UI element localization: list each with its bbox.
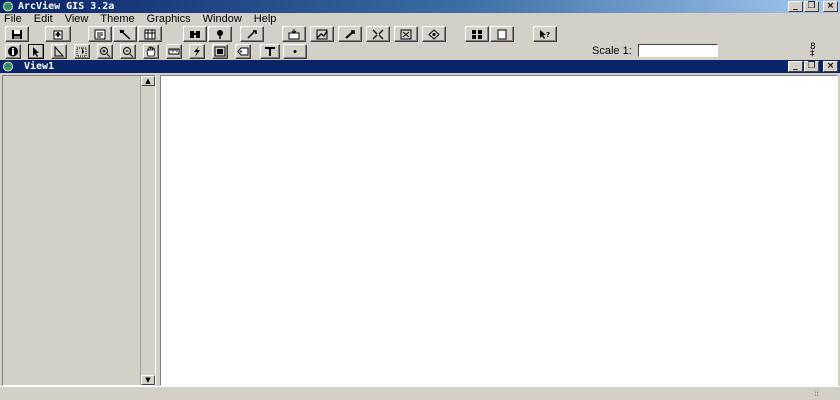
zoom-in-tool[interactable]	[97, 44, 113, 59]
menu-edit[interactable]: Edit	[34, 13, 53, 25]
clear-selection-button[interactable]	[490, 26, 514, 42]
zoom-in-button[interactable]	[366, 26, 390, 42]
zoom-in-icon	[372, 29, 384, 39]
measure-tool[interactable]	[166, 44, 182, 59]
text-tool[interactable]	[260, 44, 280, 59]
open-theme-table-icon	[144, 29, 156, 39]
restore-button[interactable]: ❐	[804, 1, 819, 12]
zoom-out-icon	[400, 29, 412, 39]
pan-tool-icon	[146, 46, 156, 57]
pointer-tool[interactable]	[28, 44, 44, 59]
edit-legend-icon	[119, 28, 131, 40]
view-close-button[interactable]: ×	[823, 61, 838, 72]
pointer-tool-icon	[33, 47, 39, 57]
scroll-up-button[interactable]: ▲	[141, 76, 155, 86]
scale-label: Scale 1:	[592, 45, 632, 57]
button-bar: ?	[0, 25, 840, 43]
select-by-theme-button[interactable]	[465, 26, 489, 42]
save-project-button[interactable]	[5, 26, 29, 42]
query-builder-icon	[247, 29, 257, 39]
zoom-active-themes-button[interactable]	[310, 26, 334, 42]
zoom-out-tool-icon	[123, 47, 134, 57]
draw-point-tool-icon	[293, 50, 297, 53]
theme-properties-button[interactable]	[88, 26, 112, 42]
vertex-edit-tool[interactable]	[51, 44, 67, 59]
save-project-icon	[12, 29, 22, 39]
menu-window[interactable]: Window	[203, 13, 242, 25]
select-by-theme-icon	[472, 29, 482, 39]
menu-theme[interactable]: Theme	[100, 13, 134, 25]
map-display[interactable]	[160, 75, 838, 386]
find-icon	[190, 30, 200, 38]
open-theme-table-button[interactable]	[138, 26, 162, 42]
zoom-selected-icon	[345, 29, 355, 39]
app-title: ArcView GIS 3.2a	[18, 1, 115, 12]
theme-properties-icon	[94, 29, 106, 39]
select-feature-tool[interactable]	[74, 44, 90, 59]
help-pointer-button[interactable]: ?	[533, 26, 557, 42]
zoom-previous-button[interactable]	[422, 26, 446, 42]
find-button[interactable]	[183, 26, 207, 42]
resize-grip-icon[interactable]: ⁞⁞	[814, 389, 830, 399]
scroll-spinner-icon[interactable]: 8 ‡	[810, 43, 836, 59]
zoom-previous-icon	[428, 28, 440, 40]
menu-file[interactable]: File	[4, 13, 22, 25]
zoom-active-themes-icon	[316, 29, 328, 39]
arcview-globe-icon	[3, 1, 13, 12]
locate-address-icon	[217, 29, 223, 39]
minimize-button[interactable]: _	[788, 1, 803, 12]
identify-tool[interactable]	[5, 44, 21, 59]
view-restore-button[interactable]: ❐	[804, 61, 819, 72]
label-tool[interactable]	[235, 44, 251, 59]
edit-legend-button[interactable]	[113, 26, 137, 42]
svg-text:?: ?	[546, 31, 550, 39]
identify-tool-icon	[8, 46, 18, 57]
locate-address-button[interactable]	[208, 26, 232, 42]
scale-input[interactable]	[638, 44, 718, 57]
menu-help[interactable]: Help	[254, 13, 277, 25]
toc-scrollbar[interactable]: ▲ ▼	[140, 76, 155, 385]
menu-view[interactable]: View	[65, 13, 89, 25]
area-of-interest-tool[interactable]	[212, 44, 228, 59]
hotlink-tool-icon	[194, 46, 200, 57]
select-feature-tool-icon	[76, 47, 87, 57]
pan-tool[interactable]	[143, 44, 159, 59]
view-title-bar[interactable]: View1 _ ❐ ×	[0, 60, 840, 73]
zoom-out-tool[interactable]	[120, 44, 136, 59]
vertex-edit-tool-icon	[54, 46, 65, 57]
zoom-out-button[interactable]	[394, 26, 418, 42]
zoom-selected-button[interactable]	[338, 26, 362, 42]
measure-tool-icon	[168, 48, 180, 55]
view-globe-icon	[3, 61, 13, 72]
view-document-window: View1 _ ❐ × ▲ ▼	[0, 60, 840, 386]
zoom-full-extent-button[interactable]	[282, 26, 306, 42]
text-tool-icon	[265, 47, 275, 56]
view-title: View1	[24, 61, 55, 72]
tool-bar: Scale 1: 8 ‡	[0, 43, 840, 60]
area-of-interest-tool-icon	[214, 46, 226, 57]
add-theme-icon	[53, 30, 63, 39]
menu-graphics[interactable]: Graphics	[147, 13, 191, 25]
label-tool-icon	[237, 47, 249, 56]
status-bar: ⁞⁞	[0, 386, 840, 400]
app-title-bar[interactable]: ArcView GIS 3.2a _ ❐ ×	[0, 0, 840, 13]
scroll-down-button[interactable]: ▼	[141, 375, 155, 385]
query-builder-button[interactable]	[240, 26, 264, 42]
add-theme-button[interactable]	[45, 26, 71, 42]
zoom-full-extent-icon	[288, 28, 300, 39]
spinner-down: ‡	[810, 49, 815, 59]
table-of-contents[interactable]: ▲ ▼	[2, 75, 156, 386]
view-minimize-button[interactable]: _	[788, 61, 803, 72]
hotlink-tool[interactable]	[189, 44, 205, 59]
clear-selection-icon	[497, 29, 507, 39]
menu-bar: File Edit View Theme Graphics Window Hel…	[0, 13, 840, 25]
help-pointer-icon: ?	[540, 29, 550, 39]
draw-point-tool[interactable]	[283, 44, 307, 59]
close-button[interactable]: ×	[823, 1, 838, 12]
zoom-in-tool-icon	[100, 47, 111, 57]
